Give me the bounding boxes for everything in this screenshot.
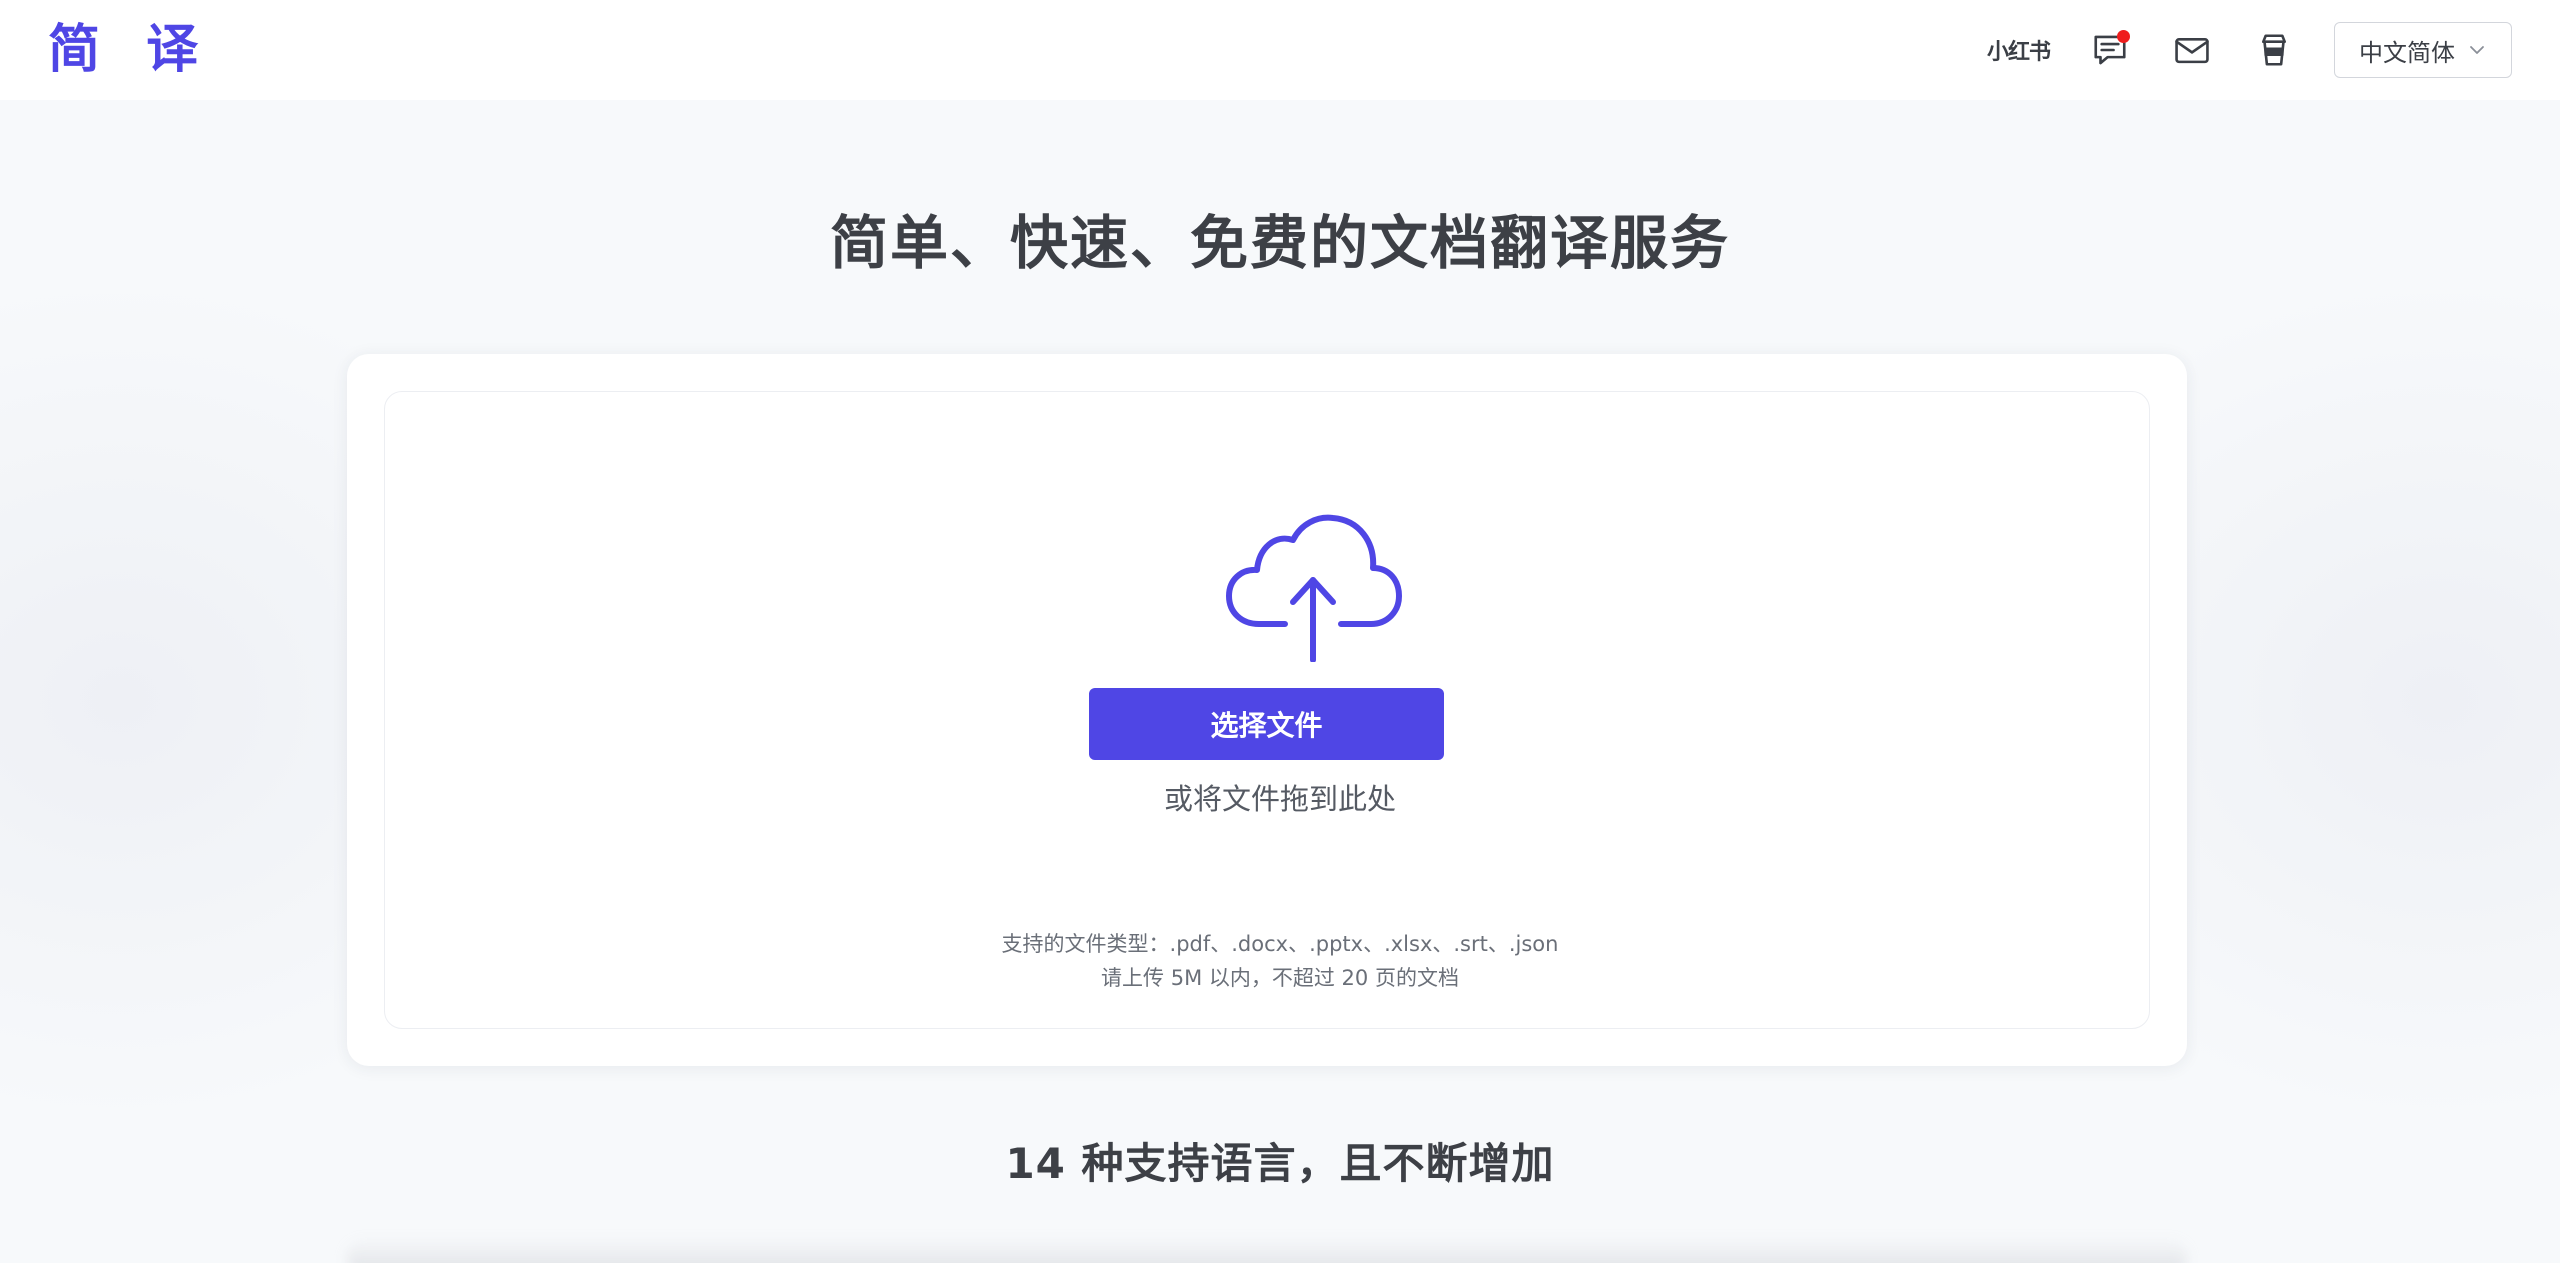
choose-file-button[interactable]: 选择文件 [1089, 688, 1444, 760]
language-select[interactable]: 中文简体 [2334, 22, 2512, 78]
next-card-edge [347, 1238, 2187, 1263]
notification-badge [2117, 30, 2130, 43]
mail-button[interactable] [2170, 28, 2214, 72]
header-nav: 小红书 中文简体 [1987, 22, 2512, 78]
languages-section-title: 14 种支持语言，且不断增加 [1005, 1139, 1555, 1188]
xiaohongshu-link[interactable]: 小红书 [1987, 34, 2051, 66]
coffee-button[interactable] [2252, 28, 2296, 72]
language-select-value: 中文简体 [2359, 38, 2455, 67]
top-header: 简 译 小红书 中文简体 [0, 0, 2560, 100]
app-logo[interactable]: 简 译 [48, 24, 212, 76]
feedback-button[interactable] [2088, 28, 2132, 72]
mail-icon [2175, 38, 2209, 64]
cloud-upload-icon [1226, 514, 1402, 662]
coffee-icon [2262, 34, 2286, 66]
drag-hint: 或将文件拖到此处 [1163, 782, 1396, 816]
upload-limit-text: 请上传 5M 以内，不超过 20 页的文档 [1101, 966, 1459, 990]
supported-types-text: 支持的文件类型：.pdf、.docx、.pptx、.xlsx、.srt、.jso… [1001, 932, 1559, 956]
chevron-down-icon [2470, 46, 2484, 54]
page-title: 简单、快速、免费的文档翻译服务 [829, 209, 1730, 277]
